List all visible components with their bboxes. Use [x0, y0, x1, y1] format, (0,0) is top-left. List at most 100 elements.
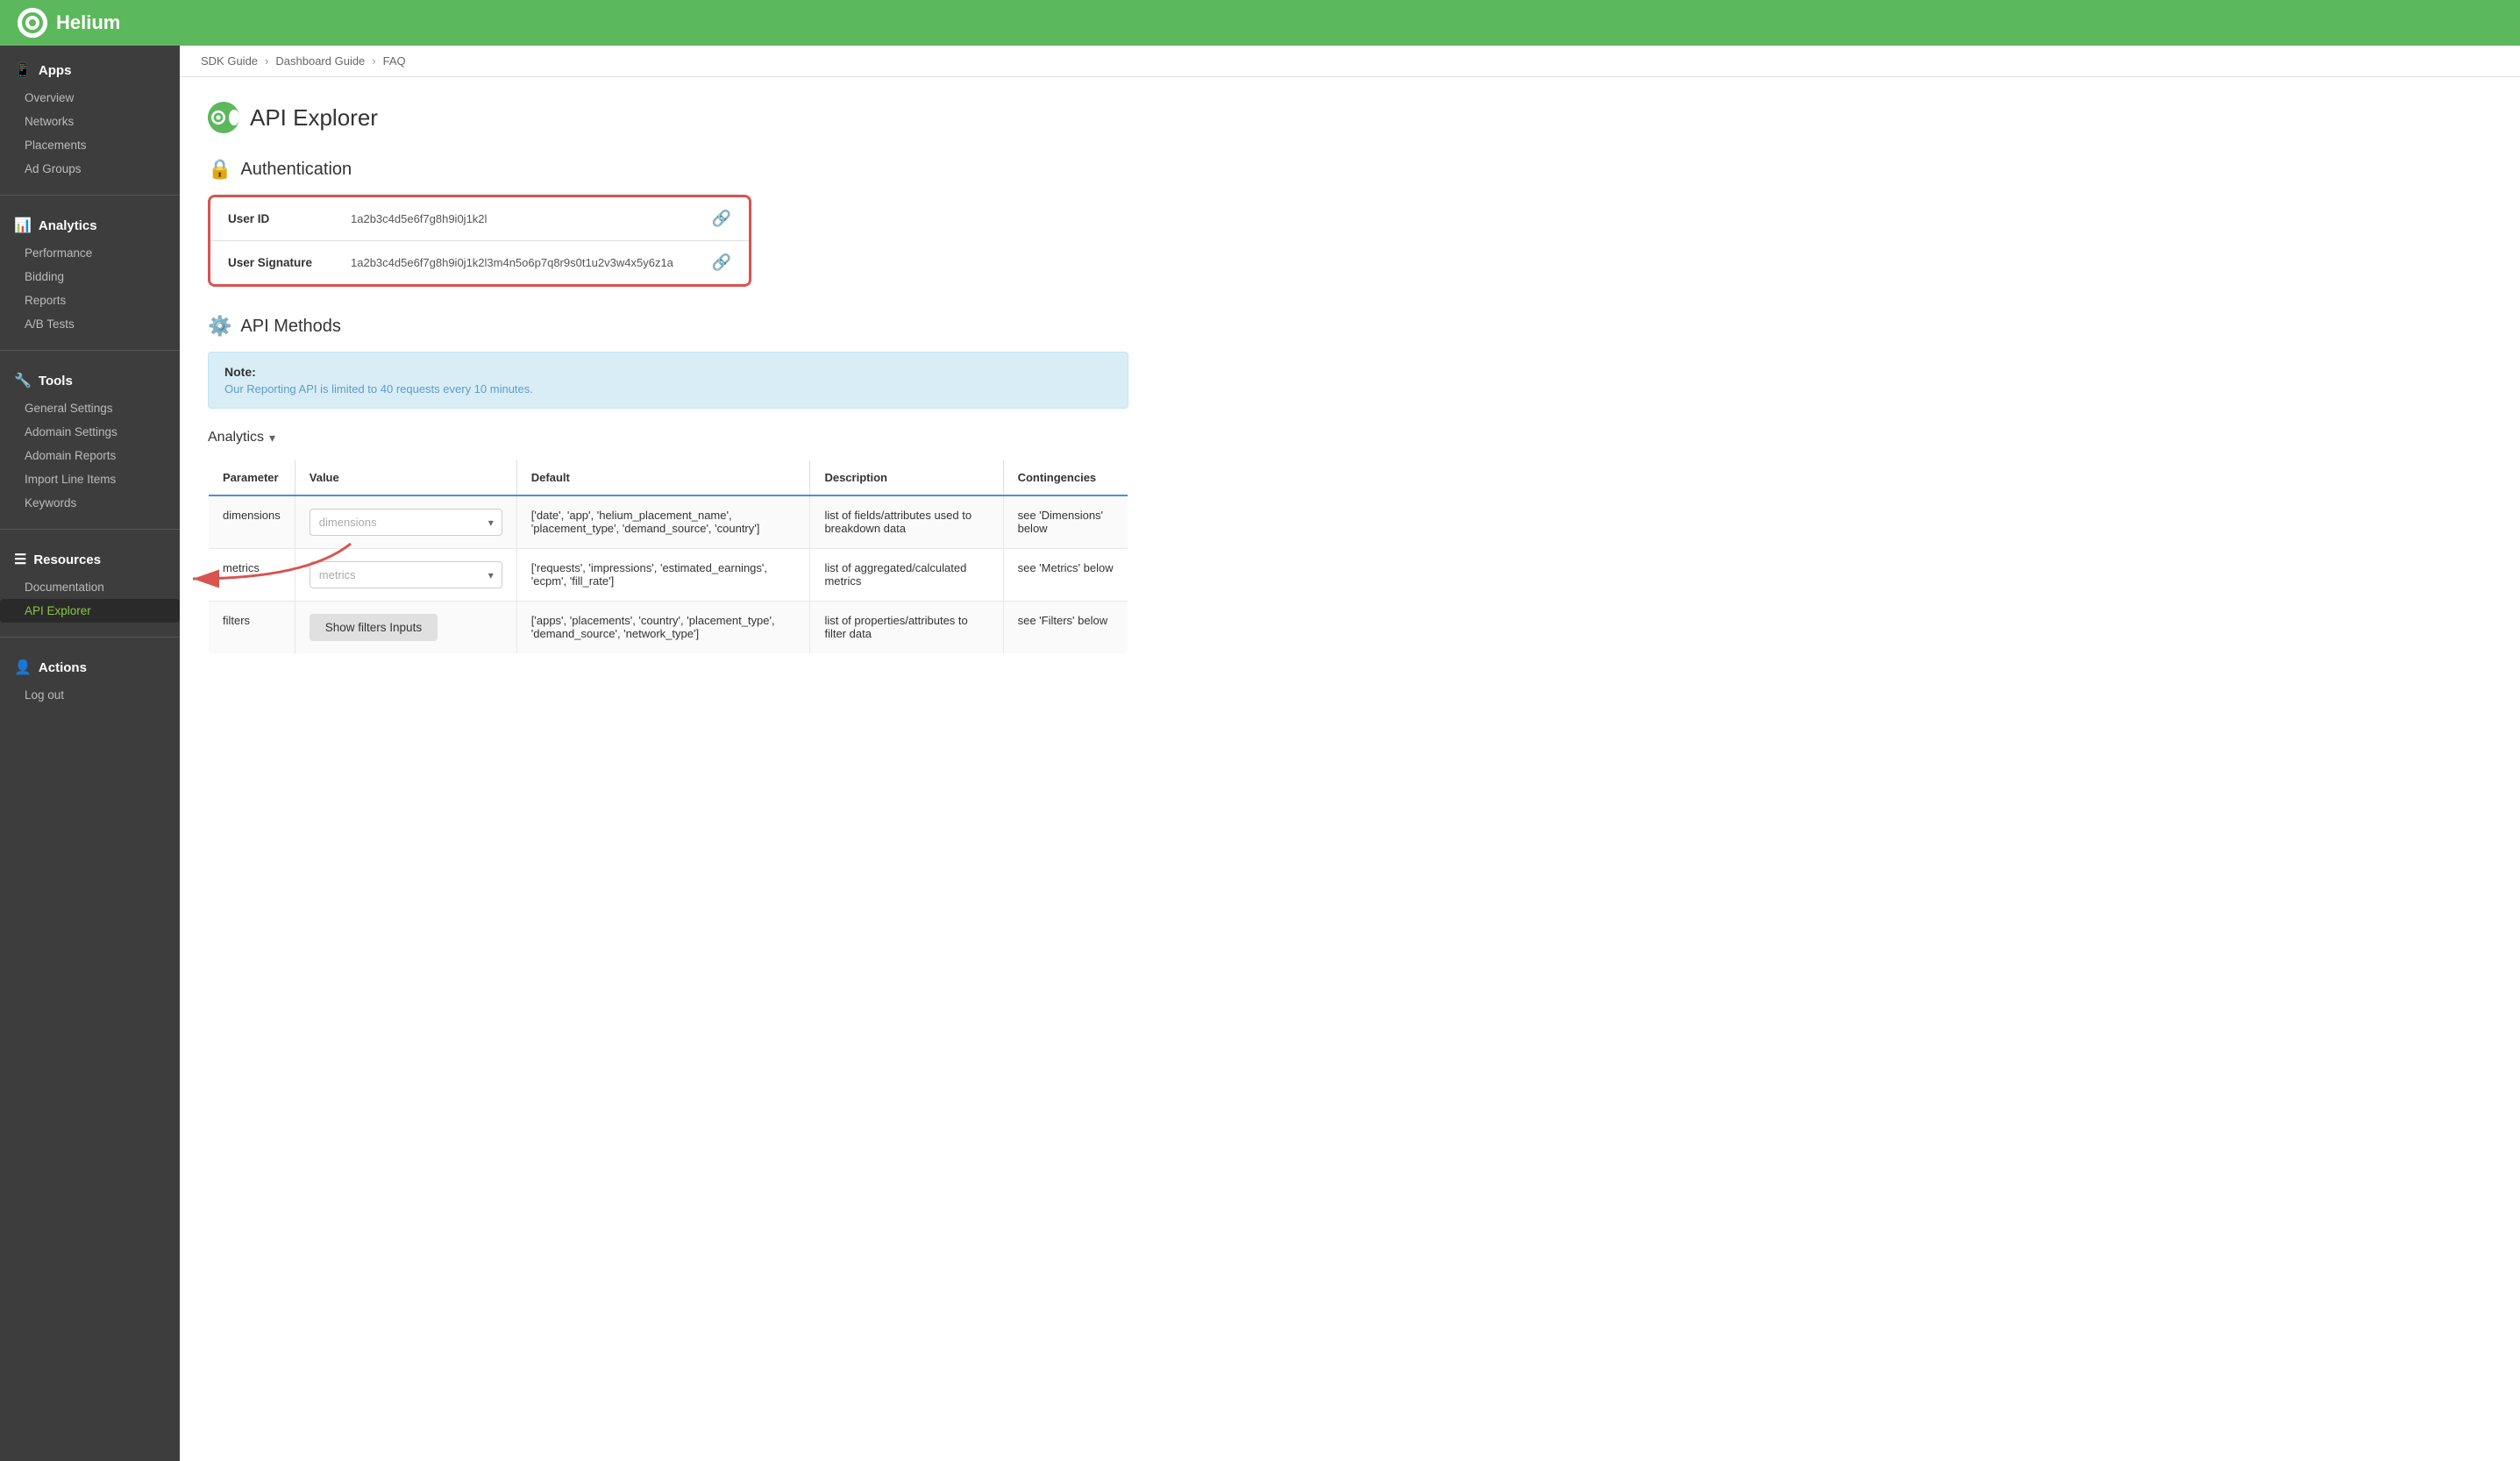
sidebar-section-tools-label: Tools [39, 374, 73, 388]
api-methods-section: ⚙️ API Methods Note: Our Reporting API i… [208, 315, 2492, 654]
metrics-select[interactable]: metrics [310, 561, 502, 588]
value-filters[interactable]: Show filters Inputs [295, 602, 516, 654]
table-header-row: Parameter Value Default Description Cont… [209, 460, 1128, 496]
auth-row-signature: User Signature 1a2b3c4d5e6f7g8h9i0j1k2l3… [210, 241, 749, 284]
sidebar-item-abtests[interactable]: A/B Tests [0, 312, 180, 336]
sidebar-section-analytics: 📊 Analytics Performance Bidding Reports … [0, 201, 180, 345]
description-dimensions: list of fields/attributes used to breakd… [810, 495, 1003, 549]
sidebar-item-documentation[interactable]: Documentation [0, 575, 180, 599]
breadcrumb-sep-2: › [372, 54, 375, 68]
default-filters: ['apps', 'placements', 'country', 'place… [516, 602, 810, 654]
show-filters-button[interactable]: Show filters Inputs [310, 614, 438, 641]
breadcrumb-item-sdk[interactable]: SDK Guide [201, 54, 258, 68]
sidebar-item-bidding[interactable]: Bidding [0, 265, 180, 289]
sidebar-section-actions-header[interactable]: 👤 Actions [0, 652, 180, 683]
description-metrics: list of aggregated/calculated metrics [810, 549, 1003, 602]
analytics-section-header[interactable]: Analytics ▾ [208, 430, 2492, 445]
sidebar-item-placements[interactable]: Placements [0, 133, 180, 157]
logo[interactable]: Helium [18, 8, 120, 38]
page-title: API Explorer [250, 104, 378, 132]
divider-1 [0, 195, 180, 196]
description-filters: list of properties/attributes to filter … [810, 602, 1003, 654]
resources-icon: ☰ [14, 551, 26, 568]
link-icon-userid[interactable]: 🔗 [694, 210, 731, 228]
auth-section-header: 🔒 Authentication [208, 158, 2492, 181]
sidebar-item-general-settings[interactable]: General Settings [0, 396, 180, 420]
phone-icon: 📱 [14, 61, 32, 79]
divider-3 [0, 529, 180, 530]
main-layout: 📱 Apps Overview Networks Placements Ad G… [0, 46, 2520, 1461]
metrics-select-wrapper[interactable]: metrics [310, 561, 502, 588]
sidebar-item-logout[interactable]: Log out [0, 683, 180, 707]
auth-label-userid: User ID [228, 212, 351, 225]
note-box: Note: Our Reporting API is limited to 40… [208, 352, 1128, 409]
param-filters: filters [209, 602, 295, 654]
contingencies-metrics: see 'Metrics' below [1003, 549, 1128, 602]
sidebar-item-networks[interactable]: Networks [0, 110, 180, 133]
person-icon: 👤 [14, 659, 32, 676]
page-title-row: API Explorer [208, 102, 2492, 133]
table-row: filters Show filters Inputs ['apps', 'pl… [209, 602, 1128, 654]
sidebar-item-adomain-settings[interactable]: Adomain Settings [0, 420, 180, 444]
note-text: Our Reporting API is limited to 40 reque… [224, 382, 1112, 396]
contingencies-filters: see 'Filters' below [1003, 602, 1128, 654]
gear-icon: ⚙️ [208, 315, 231, 338]
sidebar-item-keywords[interactable]: Keywords [0, 491, 180, 515]
auth-box: User ID 1a2b3c4d5e6f7g8h9i0j1k2l 🔗 User … [208, 195, 751, 287]
divider-2 [0, 350, 180, 351]
sidebar-section-resources-header[interactable]: ☰ Resources [0, 544, 180, 575]
sidebar-item-adomain-reports[interactable]: Adomain Reports [0, 444, 180, 467]
sidebar-item-api-explorer[interactable]: API Explorer [0, 599, 180, 623]
tools-icon: 🔧 [14, 372, 32, 389]
lock-icon: 🔒 [208, 158, 231, 181]
col-description: Description [810, 460, 1003, 496]
default-dimensions: ['date', 'app', 'helium_placement_name',… [516, 495, 810, 549]
link-icon-signature[interactable]: 🔗 [694, 253, 731, 272]
table-row: metrics metrics ['requests', 'impression… [209, 549, 1128, 602]
sidebar-section-resources-label: Resources [33, 552, 101, 567]
api-methods-header: ⚙️ API Methods [208, 315, 2492, 338]
auth-value-userid: 1a2b3c4d5e6f7g8h9i0j1k2l [351, 212, 694, 225]
breadcrumb-item-dashboard[interactable]: Dashboard Guide [275, 54, 365, 68]
breadcrumb: SDK Guide › Dashboard Guide › FAQ [180, 46, 2520, 77]
sidebar-section-apps-label: Apps [39, 63, 72, 78]
logo-icon [18, 8, 47, 38]
api-methods-title: API Methods [240, 317, 341, 337]
chevron-down-icon: ▾ [269, 431, 275, 445]
value-dimensions[interactable]: dimensions [295, 495, 516, 549]
value-metrics[interactable]: metrics [295, 549, 516, 602]
sidebar-section-actions-label: Actions [39, 660, 87, 675]
page-title-icon [208, 102, 239, 133]
sidebar-item-overview[interactable]: Overview [0, 86, 180, 110]
breadcrumb-sep-1: › [265, 54, 268, 68]
dimensions-select[interactable]: dimensions [310, 509, 502, 536]
auth-label-signature: User Signature [228, 256, 351, 269]
auth-row-userid: User ID 1a2b3c4d5e6f7g8h9i0j1k2l 🔗 [210, 197, 749, 241]
sidebar-section-tools-header[interactable]: 🔧 Tools [0, 365, 180, 396]
content-area: API Explorer 🔒 Authentication User ID 1a… [180, 77, 2520, 1461]
param-metrics: metrics [209, 549, 295, 602]
api-methods-table: Parameter Value Default Description Cont… [208, 460, 1128, 654]
sidebar-section-analytics-header[interactable]: 📊 Analytics [0, 210, 180, 241]
col-contingencies: Contingencies [1003, 460, 1128, 496]
sidebar-item-adgroups[interactable]: Ad Groups [0, 157, 180, 181]
app-name: Helium [56, 11, 120, 34]
sidebar-section-analytics-label: Analytics [39, 218, 97, 233]
sidebar-item-performance[interactable]: Performance [0, 241, 180, 265]
breadcrumb-item-faq[interactable]: FAQ [383, 54, 406, 68]
col-value: Value [295, 460, 516, 496]
analytics-section-label: Analytics [208, 430, 264, 445]
col-parameter: Parameter [209, 460, 295, 496]
sidebar-section-apps-header[interactable]: 📱 Apps [0, 54, 180, 86]
col-default: Default [516, 460, 810, 496]
sidebar-item-reports[interactable]: Reports [0, 289, 180, 312]
sidebar-item-import-line-items[interactable]: Import Line Items [0, 467, 180, 491]
auth-value-signature: 1a2b3c4d5e6f7g8h9i0j1k2l3m4n5o6p7q8r9s0t… [351, 256, 694, 269]
note-title: Note: [224, 365, 1112, 379]
dimensions-select-wrapper[interactable]: dimensions [310, 509, 502, 536]
sidebar-section-apps: 📱 Apps Overview Networks Placements Ad G… [0, 46, 180, 189]
sidebar: 📱 Apps Overview Networks Placements Ad G… [0, 46, 180, 1461]
divider-4 [0, 637, 180, 638]
contingencies-dimensions: see 'Dimensions' below [1003, 495, 1128, 549]
sidebar-section-actions: 👤 Actions Log out [0, 643, 180, 716]
